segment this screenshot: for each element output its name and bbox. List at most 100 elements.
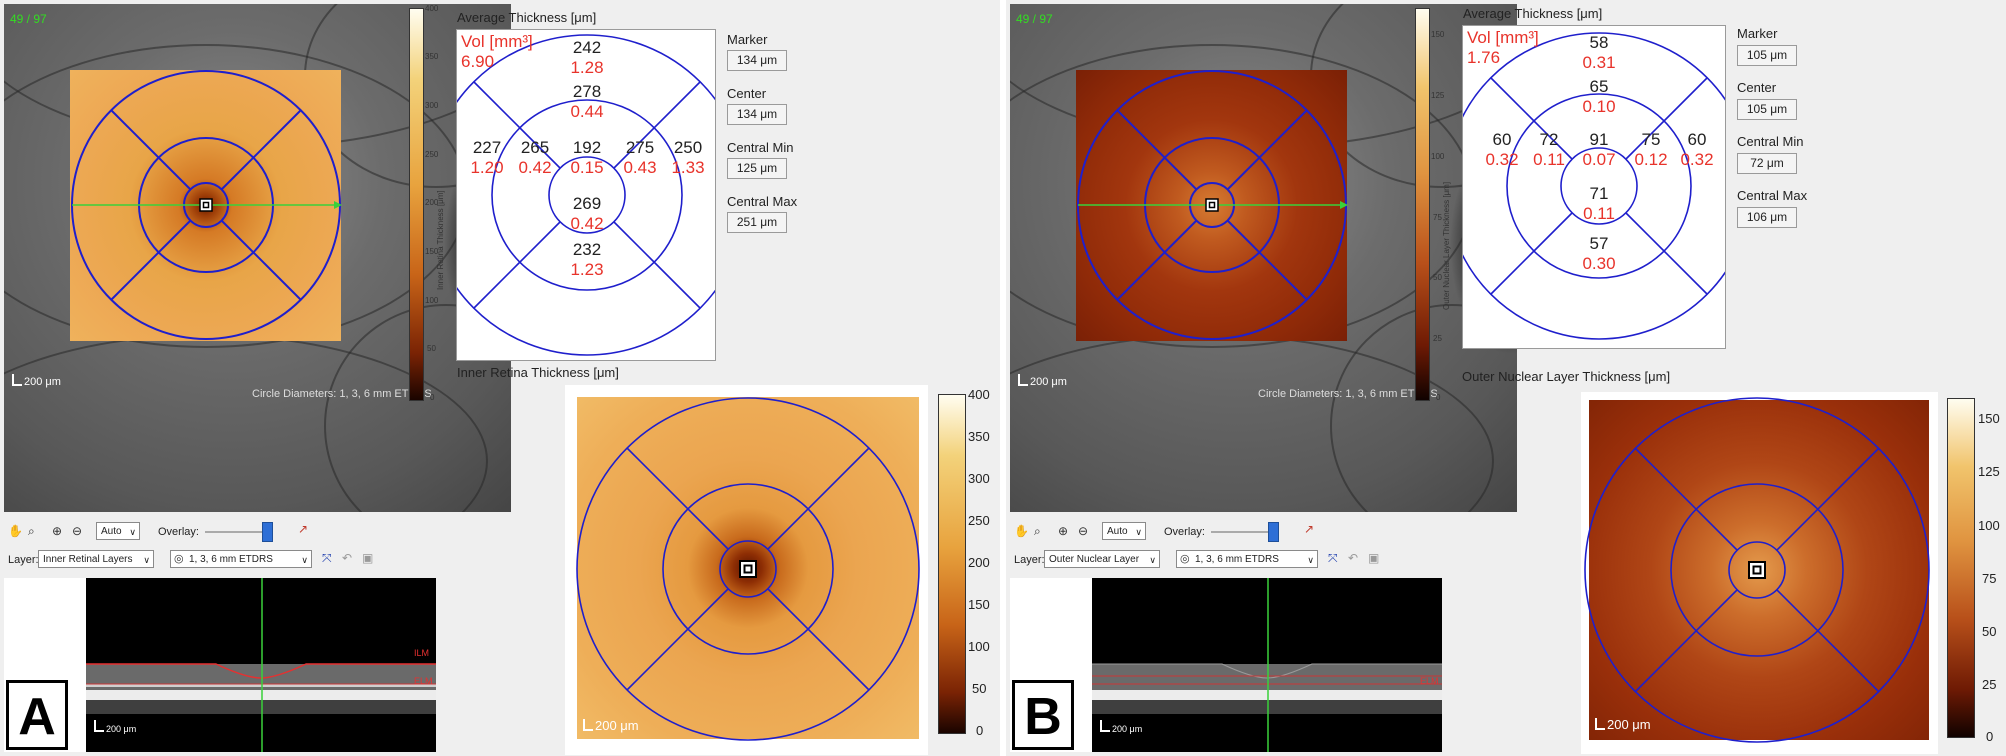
sector-outer-inferior: 232 1.23 (570, 240, 604, 279)
etdrs-summary-box: Vol [mm³] 6.90 242 1.28 278 0.44 227 1.20 26… (456, 29, 716, 361)
tick-label: 50 (1982, 624, 1997, 639)
panel-letter: B (1012, 680, 1074, 750)
fundus-colorbar (1415, 8, 1430, 401)
tick-label: 100 (968, 639, 990, 654)
metric-central-min-value: 125 μm (727, 158, 787, 179)
sector-outer-temporal: 60 0.32 (1485, 130, 1519, 169)
colorbar-label: Outer Nuclear Layer Thickness [μm] (1442, 181, 1451, 310)
hand-icon[interactable]: ✋ (1014, 524, 1029, 538)
zoom-out-icon[interactable]: ⊖ (1078, 524, 1088, 538)
overlay-slider-thumb[interactable] (1268, 522, 1279, 542)
etdrs-summary-box: Vol [mm³] 1.76 58 0.31 65 0.10 60 0.32 72 0.1… (1462, 25, 1726, 349)
metric-label: Central Max (1737, 188, 1808, 203)
etdrs-grid-overlay (71, 70, 342, 340)
sector-inner-superior: 278 0.44 (570, 82, 604, 121)
zoom-out-icon[interactable]: ⊖ (72, 524, 82, 538)
panel-b: 49 / 97 200 μm Circle Diameters: 1, 3, 6… (1006, 0, 2006, 756)
map-title: Inner Retina Thickness [μm] (457, 365, 619, 380)
metric-label: Center (1737, 80, 1777, 95)
layer-select[interactable]: Outer Nuclear Layer ∨ (1044, 550, 1160, 568)
overlay-slider-thumb[interactable] (262, 522, 273, 542)
sector-inner-nasal: 75 0.12 (1634, 130, 1668, 169)
tick-label: 0 (1436, 393, 1441, 402)
panel-a: 49 / 97 200 μm Circle Diameters: 1, 3, 6… (0, 0, 1000, 756)
map-title: Outer Nuclear Layer Thickness [μm] (1462, 369, 1671, 384)
tick-label: 250 (968, 513, 990, 528)
map-etdrs-grid (1584, 397, 1930, 743)
metric-label: Center (727, 86, 767, 101)
tick-label: 125 (1978, 464, 2000, 479)
sector-outer-superior: 58 0.31 (1582, 33, 1616, 72)
sector-outer-nasal: 60 0.32 (1680, 130, 1714, 169)
tick-label: 350 (425, 52, 439, 61)
zoom-icon[interactable]: ⌕ (1034, 524, 1041, 539)
colormap-icon[interactable]: ↗ (1304, 522, 1314, 536)
map-colorbar (1947, 398, 1975, 738)
tick-label: 100 (1978, 518, 2000, 533)
sector-inner-nasal: 275 0.43 (623, 138, 657, 177)
volume-label: Vol [mm³] 6.90 (461, 32, 533, 71)
zoom-in-icon[interactable]: ⊕ (52, 524, 62, 538)
colormap-icon[interactable]: ↗ (298, 522, 308, 536)
expand-icon[interactable]: ⤧ (322, 551, 332, 566)
metric-marker-value: 134 μm (727, 50, 787, 71)
metric-central-min-value: 72 μm (1737, 153, 1797, 174)
metric-center-value: 134 μm (727, 104, 787, 125)
sector-inner-inferior: 269 0.42 (570, 194, 604, 233)
overlay-label: Overlay: (158, 526, 199, 538)
tick-label: 150 (1431, 30, 1445, 39)
grid-select[interactable]: ◎ 1, 3, 6 mm ETDRS ∨ (170, 550, 312, 568)
fundus-image: 49 / 97 200 μm Circle Diameters: 1, 3, 6… (1010, 4, 1517, 512)
tick-label: 150 (968, 597, 990, 612)
grid-select[interactable]: ◎ 1, 3, 6 mm ETDRS ∨ (1176, 550, 1318, 568)
expand-icon[interactable]: ⤧ (1328, 551, 1338, 566)
layer-label: Layer: (8, 554, 39, 566)
volume-label: Vol [mm³] 1.76 (1467, 28, 1539, 67)
tick-label: 100 (425, 296, 439, 305)
tick-label: 25 (1982, 677, 1997, 692)
zoom-select[interactable]: Auto ∨ (96, 522, 140, 540)
panel-letter: A (6, 680, 68, 750)
tick-label: 50 (1433, 273, 1442, 282)
map-colorbar (938, 394, 966, 734)
grid-icon: ◎ (1180, 553, 1190, 565)
zoom-icon[interactable]: ⌕ (28, 524, 35, 539)
elm-label: ELM (1420, 676, 1439, 686)
undo-icon[interactable]: ↶ (1348, 551, 1358, 565)
map-container: 200 μm (565, 385, 928, 755)
sector-outer-inferior: 57 0.30 (1582, 234, 1616, 273)
sector-center: 192 0.15 (570, 138, 604, 177)
sector-outer-superior: 242 1.28 (570, 38, 604, 77)
sector-outer-nasal: 250 1.33 (671, 138, 705, 177)
tick-label: 0 (1986, 729, 1994, 744)
circle-diameters-note: Circle Diameters: 1, 3, 6 mm ETDRS (1258, 388, 1438, 400)
metric-label: Central Min (1737, 134, 1804, 149)
tick-label: 400 (968, 387, 990, 402)
elm-label: ELM (414, 676, 433, 686)
tick-label: 125 (1431, 91, 1445, 100)
tick-label: 50 (427, 344, 436, 353)
average-thickness-title: Average Thickness [μm] (457, 10, 597, 25)
tick-label: 0 (430, 393, 435, 402)
hand-icon[interactable]: ✋ (8, 524, 23, 538)
save-icon[interactable]: ▣ (1368, 551, 1379, 565)
sector-inner-temporal: 265 0.42 (518, 138, 552, 177)
tick-label: 300 (425, 101, 439, 110)
sector-inner-inferior: 71 0.11 (1583, 184, 1615, 223)
tick-label: 350 (968, 429, 990, 444)
metric-center-value: 105 μm (1737, 99, 1797, 120)
map-etdrs-grid (576, 397, 920, 741)
layer-select[interactable]: Inner Retinal Layers ∨ (38, 550, 154, 568)
tick-label: 150 (1978, 411, 2000, 426)
bscan-layers (86, 578, 436, 752)
zoom-select[interactable]: Auto ∨ (1102, 522, 1146, 540)
zoom-in-icon[interactable]: ⊕ (1058, 524, 1068, 538)
oct-bscan: ILM ELM 200 μm (86, 578, 436, 752)
tick-label: 75 (1433, 213, 1442, 222)
ilm-label: ILM (414, 648, 430, 658)
metric-central-max-value: 251 μm (727, 212, 787, 233)
sector-center: 91 0.07 (1582, 130, 1616, 169)
undo-icon[interactable]: ↶ (342, 551, 352, 565)
save-icon[interactable]: ▣ (362, 551, 373, 565)
metric-label: Marker (727, 32, 768, 47)
